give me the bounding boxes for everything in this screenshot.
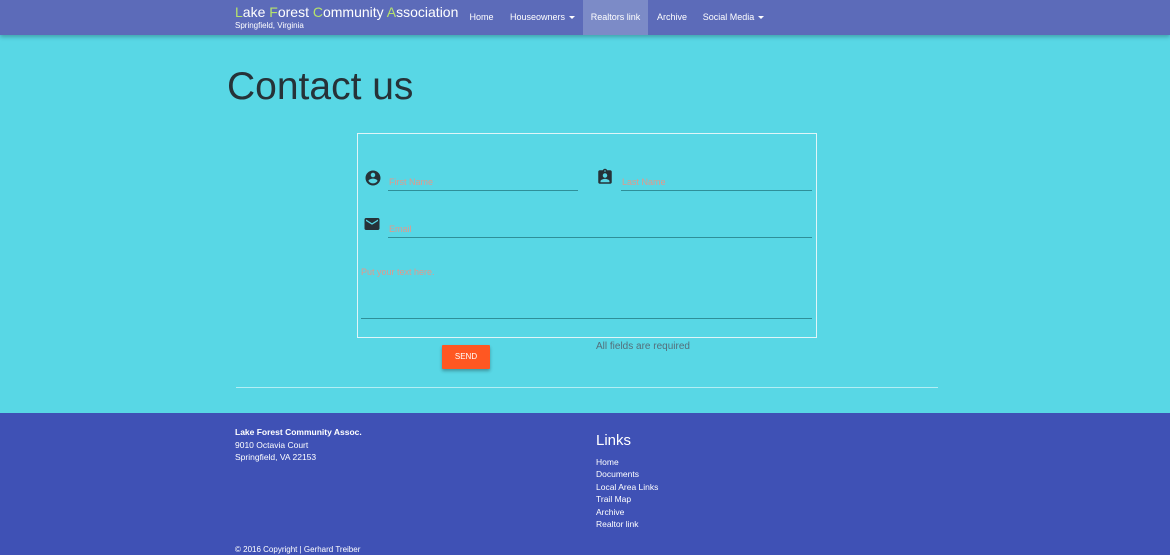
send-button[interactable]: SEND [442, 345, 490, 369]
message-textarea[interactable]: Put your text here. [361, 266, 812, 319]
nav-home-label: Home [469, 12, 494, 22]
brand-initial-l: L [235, 4, 243, 20]
nav-realtors-link[interactable]: Realtors link [583, 0, 648, 35]
footer-link-local-area-links[interactable]: Local Area Links [596, 481, 658, 493]
email-placeholder: Email [389, 224, 412, 234]
address-street: 9010 Octavia Court [235, 439, 309, 450]
message-placeholder: Put your text here. [361, 267, 435, 277]
first-name-field[interactable]: First Name [388, 173, 578, 191]
nav-houseowners[interactable]: Houseowners [502, 0, 583, 35]
email-icon [363, 215, 381, 233]
first-name-placeholder: First Name [389, 177, 434, 187]
last-name-placeholder: Last Name [622, 177, 666, 187]
nav-realtors-label: Realtors link [590, 12, 641, 22]
nav-houseowners-label: Houseowners [509, 12, 566, 22]
navbar: Lake Forest Community Association Spring… [0, 0, 1170, 35]
chevron-down-icon [569, 16, 576, 19]
email-field[interactable]: Email [388, 220, 812, 238]
brand-initial-f: F [269, 4, 278, 20]
brand-title: Lake Forest Community Association [235, 4, 458, 20]
brand-word-community: ommunity [322, 4, 387, 20]
brand-word-forest: orest [277, 4, 313, 20]
brand-initial-a: A [386, 4, 397, 20]
contact-card-icon [596, 168, 614, 186]
account-circle-icon [364, 169, 382, 187]
footer-links: Home Documents Local Area Links Trail Ma… [596, 456, 658, 530]
page-title: Contact us [227, 65, 414, 108]
address-name: Lake Forest Community Assoc. [235, 427, 362, 437]
copyright: © 2016 Copyright | Gerhard Treiber [235, 545, 361, 554]
links-title: Links [596, 432, 632, 449]
footer-link-archive[interactable]: Archive [596, 506, 658, 518]
brand-initial-c: C [312, 4, 323, 20]
brand-subtitle: Springfield, Virginia [235, 21, 304, 30]
required-note: All fields are required [596, 341, 690, 352]
divider [236, 387, 938, 388]
brand-word-association: ssociation [396, 4, 459, 20]
nav-home[interactable]: Home [461, 0, 502, 35]
footer-link-documents[interactable]: Documents [596, 468, 658, 480]
footer-address: Lake Forest Community Assoc. 9010 Octavi… [235, 426, 362, 464]
chevron-down-icon [758, 16, 765, 19]
nav-social-label: Social Media [702, 12, 755, 22]
footer: Lake Forest Community Assoc. 9010 Octavi… [0, 413, 1170, 555]
nav-social-media[interactable]: Social Media [696, 0, 771, 35]
contact-form: First Name Last Name Email Put your text… [357, 133, 817, 338]
footer-link-trail-map[interactable]: Trail Map [596, 493, 658, 505]
nav-archive-label: Archive [656, 12, 687, 22]
address-city: Springfield, VA 22153 [235, 452, 317, 462]
brand-word-lake: ake [242, 4, 270, 20]
nav-archive[interactable]: Archive [648, 0, 696, 35]
brand[interactable]: Lake Forest Community Association Spring… [235, 4, 458, 31]
last-name-field[interactable]: Last Name [621, 173, 812, 191]
footer-link-realtor-link[interactable]: Realtor link [596, 518, 658, 530]
footer-link-home[interactable]: Home [596, 456, 658, 468]
